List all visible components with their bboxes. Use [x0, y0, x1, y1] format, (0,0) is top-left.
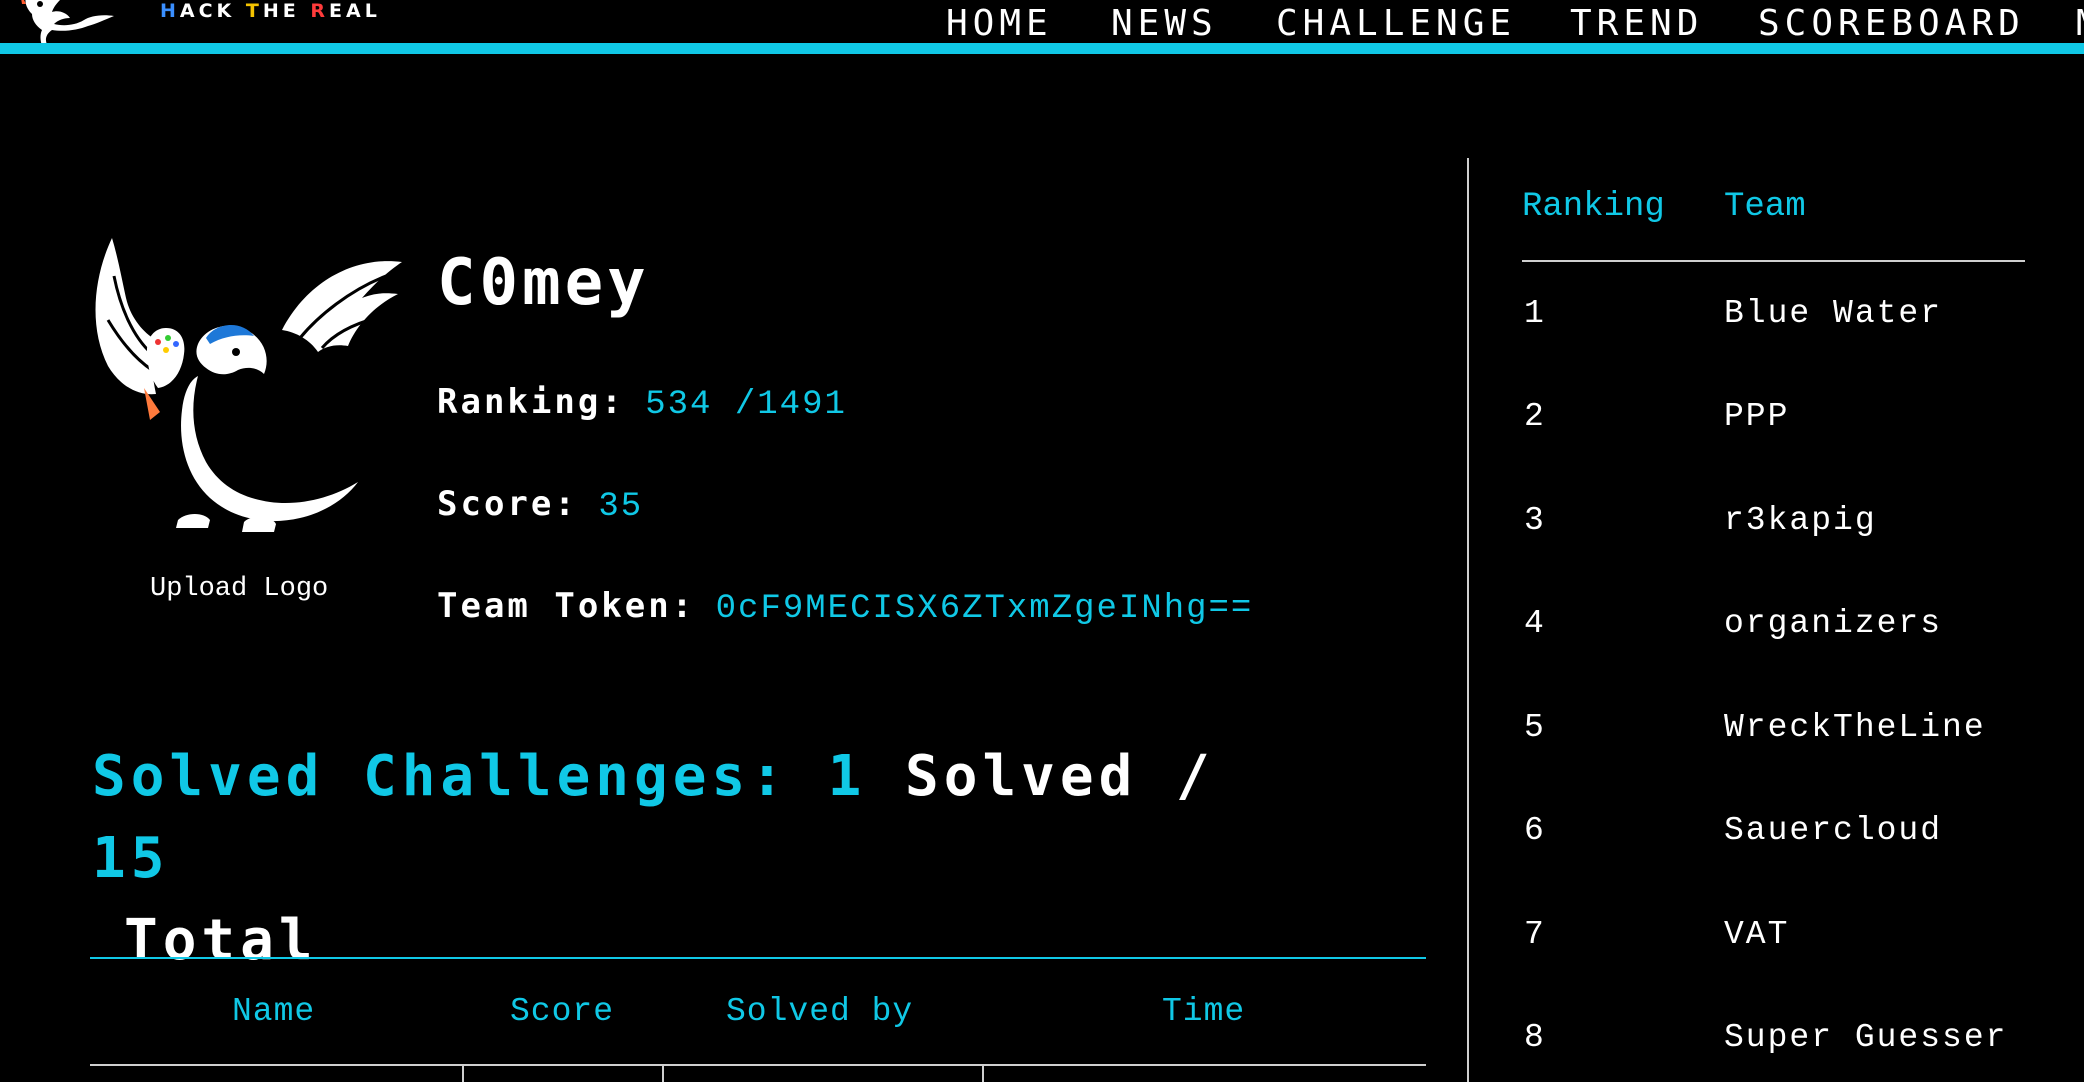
ranking-label: Ranking: — [437, 382, 625, 422]
scoreboard-team-link[interactable]: Super Guesser — [1724, 1019, 2007, 1056]
scoreboard-row: 1 Blue Water — [1522, 295, 2062, 335]
nav-home[interactable]: HOME — [946, 2, 1053, 46]
scoreboard-team-link[interactable]: VAT — [1724, 916, 1789, 953]
col-header-score[interactable]: Score — [510, 993, 614, 1030]
top-navbar: HACK THE REAL HOME NEWS CHALLENGE TREND … — [0, 0, 2084, 46]
scoreboard-team-link[interactable]: Blue Water — [1724, 295, 1942, 332]
token-line: Team Token: 0cF9MECISX6ZTxmZgeINhg== — [437, 586, 1253, 628]
sidebar-divider — [1467, 158, 1469, 1082]
scoreboard-rank: 6 — [1524, 812, 1544, 849]
score-line: Score: 35 — [437, 484, 643, 526]
nav-overflow-item[interactable]: M — [2076, 2, 2084, 46]
scoreboard-rank: 8 — [1524, 1019, 1544, 1056]
score-label: Score: — [437, 484, 578, 524]
scoreboard-team-link[interactable]: Sauercloud — [1724, 812, 1942, 849]
upload-logo-link[interactable]: Upload Logo — [150, 574, 328, 604]
nav-news[interactable]: NEWS — [1111, 2, 1218, 46]
col-header-solved-by[interactable]: Solved by — [726, 993, 913, 1030]
ranking-line: Ranking: 534 /1491 — [437, 382, 847, 424]
scoreboard-team-link[interactable]: organizers — [1724, 605, 1942, 642]
scoreboard-rank: 1 — [1524, 295, 1544, 332]
team-name-heading: C0mey — [437, 246, 650, 320]
col-header-name[interactable]: Name — [232, 993, 315, 1030]
scoreboard-rank: 3 — [1524, 502, 1544, 539]
scoreboard-row: 3 r3kapig — [1522, 502, 2062, 542]
scoreboard-row: 8 Super Guesser — [1522, 1019, 2062, 1059]
col-header-time[interactable]: Time — [1162, 993, 1245, 1030]
table-header-rule — [90, 1064, 1426, 1066]
main-nav: HOME NEWS CHALLENGE TREND SCOREBOARD M — [0, 2, 2084, 44]
scoreboard-rank: 5 — [1524, 709, 1544, 746]
nav-trend[interactable]: TREND — [1570, 2, 1703, 46]
scoreboard-rank: 7 — [1524, 916, 1544, 953]
column-divider — [462, 1064, 464, 1082]
scoreboard-row: 7 VAT — [1522, 916, 2062, 956]
scoreboard-rank: 4 — [1524, 605, 1544, 642]
ranking-value: 534 /1491 — [645, 386, 847, 424]
column-divider — [982, 1064, 984, 1082]
solved-label: Solved Challenges: — [92, 744, 789, 809]
solved-count: 1 — [827, 744, 867, 809]
scoreboard-header-team: Team — [1724, 188, 1806, 226]
nav-challenge[interactable]: CHALLENGE — [1276, 2, 1516, 46]
solved-total: 15 — [92, 826, 170, 891]
nav-scoreboard[interactable]: SCOREBOARD — [1758, 2, 2025, 46]
scoreboard-team-link[interactable]: PPP — [1724, 398, 1789, 435]
score-value: 35 — [598, 488, 644, 526]
solved-word: Solved / — [905, 744, 1215, 809]
scoreboard-rank: 2 — [1524, 398, 1544, 435]
header-accent-rule — [0, 43, 2084, 54]
table-top-rule — [90, 957, 1426, 959]
scoreboard-team-link[interactable]: WreckTheLine — [1724, 709, 1986, 746]
scoreboard-row: 2 PPP — [1522, 398, 2062, 438]
scoreboard-row: 6 Sauercloud — [1522, 812, 2062, 852]
column-divider — [662, 1064, 664, 1082]
token-label: Team Token: — [437, 586, 696, 626]
scoreboard-row: 4 organizers — [1522, 605, 2062, 645]
scoreboard-header-rule — [1522, 260, 2025, 262]
team-token-value[interactable]: 0cF9MECISX6ZTxmZgeINhg== — [716, 590, 1254, 628]
total-word: Total — [124, 908, 318, 973]
scoreboard-header-ranking: Ranking — [1522, 188, 1665, 226]
scoreboard-row: 5 WreckTheLine — [1522, 709, 2062, 749]
scoreboard-team-link[interactable]: r3kapig — [1724, 502, 1877, 539]
dragon-logo-icon[interactable] — [86, 236, 402, 556]
solved-challenges-heading: Solved Challenges: 1 Solved / 15 Total — [92, 736, 1252, 982]
